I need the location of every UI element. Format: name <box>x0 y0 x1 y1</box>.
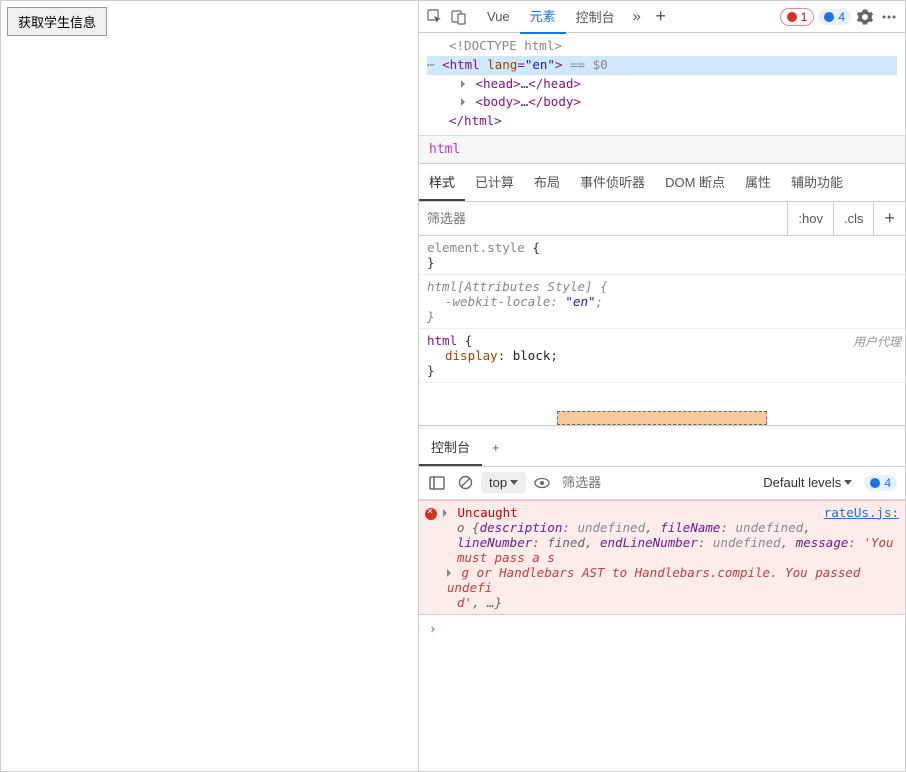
html-node[interactable]: ⋯ <html lang="en"> == $0 <box>427 56 897 75</box>
console-sidebar-toggle-icon[interactable] <box>425 471 449 495</box>
doctype-node[interactable]: <!DOCTYPE html> <box>427 37 897 56</box>
execution-context-select[interactable]: top <box>481 472 526 493</box>
console-info-badge[interactable]: 4 <box>864 475 897 491</box>
add-rule-button[interactable]: + <box>873 202 905 235</box>
subtab-accessibility[interactable]: 辅助功能 <box>781 164 853 201</box>
more-tabs-icon[interactable]: » <box>625 5 649 29</box>
style-rule-attributes[interactable]: html[Attributes Style] { -webkit-locale:… <box>419 275 905 329</box>
error-source-link[interactable]: rateUs.js: <box>824 505 899 520</box>
error-icon <box>425 508 437 520</box>
info-count-badge[interactable]: 4 <box>818 9 851 25</box>
style-rule-element[interactable]: element.style { } <box>419 236 905 275</box>
expand-caret-icon[interactable] <box>447 569 451 577</box>
inspect-element-icon[interactable] <box>423 5 447 29</box>
cls-button[interactable]: .cls <box>833 202 874 235</box>
subtab-properties[interactable]: 属性 <box>735 164 781 201</box>
tab-elements[interactable]: 元素 <box>520 1 566 34</box>
styles-filter-input[interactable] <box>419 202 787 235</box>
get-student-info-button[interactable]: 获取学生信息 <box>7 7 107 36</box>
devtools-toolbar: Vue 元素 控制台 » + 1 4 <box>419 1 905 33</box>
console-drawer-tab[interactable]: 控制台 <box>419 429 482 466</box>
live-expression-icon[interactable] <box>530 471 554 495</box>
console-filter-input[interactable] <box>558 471 759 494</box>
expand-caret-icon[interactable] <box>443 509 447 517</box>
breadcrumb[interactable]: html <box>419 135 905 164</box>
html-close-node[interactable]: </html> <box>427 112 897 131</box>
box-model-highlight <box>419 411 905 425</box>
subtab-dom-breakpoints[interactable]: DOM 断点 <box>655 164 735 201</box>
console-error-row[interactable]: Uncaught rateUs.js: o {description: unde… <box>419 500 905 615</box>
styles-filter-row: :hov .cls + <box>419 202 905 236</box>
expand-caret-icon[interactable] <box>461 98 465 106</box>
console-drawer-tabs: 控制台 + <box>419 429 905 467</box>
settings-icon[interactable] <box>853 5 877 29</box>
style-rule-html[interactable]: 用户代理 html { display: block; } <box>419 329 905 383</box>
chevron-down-icon <box>510 480 518 485</box>
body-node[interactable]: <body>…</body> <box>427 93 897 112</box>
head-node[interactable]: <head>…</head> <box>427 75 897 94</box>
tab-vue[interactable]: Vue <box>477 2 520 31</box>
hov-button[interactable]: :hov <box>787 202 833 235</box>
subtab-layout[interactable]: 布局 <box>524 164 570 201</box>
devtools-main-tabs: Vue 元素 控制台 » + <box>477 1 673 34</box>
subtab-styles[interactable]: 样式 <box>419 164 465 201</box>
clear-console-icon[interactable] <box>453 471 477 495</box>
expand-caret-icon[interactable] <box>461 80 465 88</box>
chevron-down-icon <box>844 480 852 485</box>
subtab-computed[interactable]: 已计算 <box>465 164 524 201</box>
dom-tree[interactable]: <!DOCTYPE html> ⋯ <html lang="en"> == $0… <box>419 33 905 135</box>
console-toolbar: top Default levels 4 <box>419 467 905 500</box>
add-drawer-tab-icon[interactable]: + <box>482 432 510 463</box>
subtab-event-listeners[interactable]: 事件侦听器 <box>570 164 655 201</box>
error-count-badge[interactable]: 1 <box>780 8 815 26</box>
error-title: Uncaught <box>458 505 518 520</box>
styles-pane: element.style { } html[Attributes Style]… <box>419 236 905 425</box>
console-messages: Uncaught rateUs.js: o {description: unde… <box>419 500 905 642</box>
console-prompt[interactable]: › <box>419 615 905 642</box>
device-toggle-icon[interactable] <box>447 5 471 29</box>
styles-subtabs: 样式 已计算 布局 事件侦听器 DOM 断点 属性 辅助功能 <box>419 164 905 202</box>
user-agent-label: 用户代理 <box>853 333 901 350</box>
tab-console[interactable]: 控制台 <box>566 1 625 33</box>
devtools-panel: Vue 元素 控制台 » + 1 4 <!DOCTYPE html> ⋯ <ht… <box>418 1 905 771</box>
more-options-icon[interactable] <box>877 5 901 29</box>
page-content: 获取学生信息 <box>1 1 418 771</box>
add-tab-icon[interactable]: + <box>649 5 673 29</box>
log-levels-select[interactable]: Default levels <box>763 475 852 490</box>
